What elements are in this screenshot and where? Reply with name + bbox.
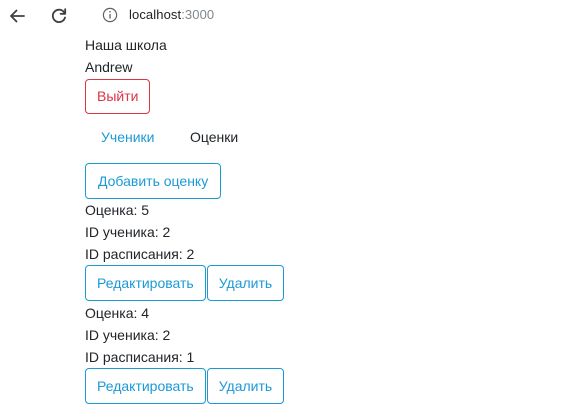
schedule-id: ID расписания: 1	[85, 349, 195, 365]
info-icon[interactable]	[102, 7, 118, 23]
tab-students[interactable]: Ученики	[101, 114, 154, 160]
add-grade-button[interactable]: Добавить оценку	[85, 163, 222, 199]
reload-button[interactable]	[46, 4, 72, 28]
user-name: Andrew	[85, 59, 133, 75]
edit-button[interactable]: Редактировать	[85, 265, 206, 301]
browser-toolbar: localhost:3000	[0, 0, 580, 34]
schedule-id: ID расписания: 2	[85, 246, 195, 262]
grade-actions: Редактировать Удалить	[85, 265, 565, 301]
student-id: ID ученика: 2	[85, 224, 171, 240]
grade-value: Оценка: 5	[85, 202, 150, 218]
logout-button[interactable]: Выйти	[85, 79, 151, 114]
page-content: Наша школа Andrew Выйти Ученики Оценки Д…	[85, 34, 565, 405]
tab-grades[interactable]: Оценки	[190, 114, 238, 160]
reload-icon	[51, 8, 67, 23]
url-host: localhost	[129, 7, 182, 22]
delete-button[interactable]: Удалить	[206, 368, 285, 404]
url-port: :3000	[181, 7, 215, 22]
address-bar[interactable]: localhost:3000	[129, 7, 214, 23]
edit-button[interactable]: Редактировать	[85, 368, 206, 404]
arrow-left-icon	[10, 9, 25, 23]
grade-item: Оценка: 5 ID ученика: 2 ID расписания: 2…	[85, 199, 565, 301]
grade-actions: Редактировать Удалить	[85, 368, 565, 404]
grade-item: Оценка: 4 ID ученика: 2 ID расписания: 1…	[85, 302, 565, 404]
nav-tabs: Ученики Оценки	[85, 114, 565, 160]
student-id: ID ученика: 2	[85, 327, 171, 343]
back-button[interactable]	[4, 4, 30, 28]
grade-value: Оценка: 4	[85, 305, 150, 321]
school-name: Наша школа	[85, 37, 167, 53]
delete-button[interactable]: Удалить	[206, 265, 285, 301]
